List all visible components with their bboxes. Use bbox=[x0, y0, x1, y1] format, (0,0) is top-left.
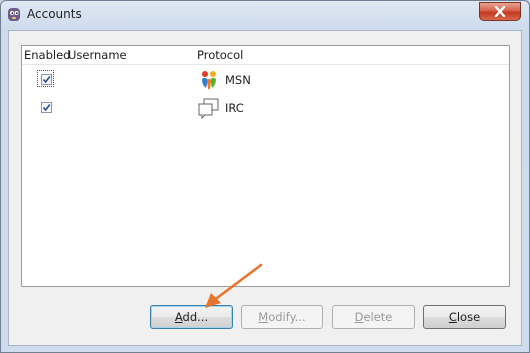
checkmark-icon bbox=[42, 104, 51, 112]
close-icon bbox=[494, 6, 506, 17]
checkmark-icon bbox=[42, 76, 51, 84]
enabled-checkbox[interactable] bbox=[41, 102, 52, 113]
dialog-client-area: Enabled Username Protocol MSN IRC Add...… bbox=[8, 30, 522, 346]
accounts-list[interactable]: Enabled Username Protocol MSN IRC bbox=[21, 45, 510, 287]
close-label: lose bbox=[456, 310, 481, 324]
close-mnemonic: C bbox=[448, 310, 457, 324]
list-item-msn[interactable]: MSN bbox=[22, 69, 509, 93]
list-item-irc[interactable]: IRC bbox=[22, 97, 509, 121]
window-title: Accounts bbox=[27, 7, 82, 21]
window-close-button[interactable] bbox=[479, 2, 521, 21]
title-bar[interactable]: Accounts bbox=[1, 1, 529, 29]
add-mnemonic: A bbox=[174, 310, 183, 324]
close-button[interactable]: Close bbox=[423, 305, 506, 329]
list-header: Enabled Username Protocol bbox=[22, 46, 509, 65]
irc-icon bbox=[198, 98, 219, 119]
msn-icon bbox=[202, 71, 216, 89]
header-username[interactable]: Username bbox=[68, 48, 127, 62]
delete-button[interactable]: Delete bbox=[332, 305, 415, 329]
header-enabled[interactable]: Enabled bbox=[24, 48, 70, 62]
modify-label: odify... bbox=[268, 310, 306, 324]
enabled-checkbox[interactable] bbox=[41, 74, 52, 85]
header-protocol[interactable]: Protocol bbox=[197, 48, 243, 62]
annotation-arrow bbox=[205, 263, 263, 308]
pidgin-icon bbox=[8, 8, 20, 21]
delete-label: elete bbox=[363, 310, 393, 324]
accounts-window: Accounts Enabled Username Protocol MSN I… bbox=[0, 0, 530, 353]
protocol-cell: IRC bbox=[225, 101, 244, 115]
protocol-cell: MSN bbox=[225, 73, 251, 87]
